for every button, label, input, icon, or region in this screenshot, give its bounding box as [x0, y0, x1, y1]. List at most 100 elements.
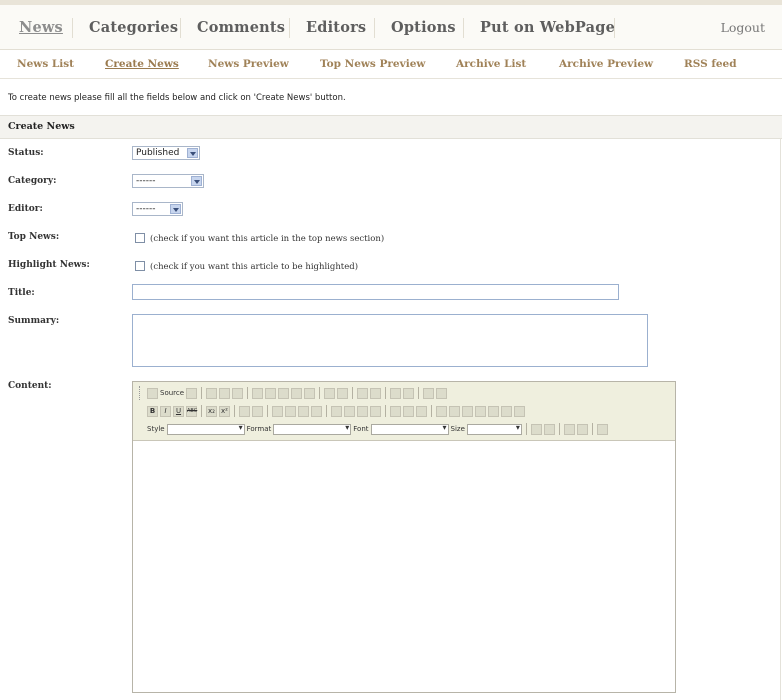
nav-editors[interactable]: Editors: [306, 19, 366, 36]
subnav-rss-feed[interactable]: RSS feed: [684, 58, 737, 70]
title-label: Title:: [8, 288, 35, 298]
section-header: Create News: [0, 115, 782, 139]
main-navigation: News Categories Comments Editors Options…: [0, 5, 782, 50]
status-label: Status:: [8, 148, 44, 158]
new-page-icon[interactable]: [206, 387, 218, 399]
toolbar-separator: [326, 405, 327, 417]
subnav-archive-preview[interactable]: Archive Preview: [559, 58, 653, 70]
flash-icon[interactable]: [449, 405, 460, 417]
toolbar-separator: [267, 405, 268, 417]
spellcheck-icon[interactable]: [337, 387, 349, 399]
numbered-list-icon[interactable]: [239, 405, 250, 417]
nav-comments[interactable]: Comments: [197, 19, 285, 36]
category-select[interactable]: ------: [132, 174, 204, 188]
rich-text-editor: Source B I U ABC x₂ x² Style ▾ Format ▾ …: [132, 381, 676, 693]
italic-icon[interactable]: I: [160, 405, 171, 417]
horizontal-rule-icon[interactable]: [475, 405, 486, 417]
help-icon[interactable]: [596, 423, 608, 435]
top-news-checkbox[interactable]: [135, 233, 145, 243]
link-icon[interactable]: [390, 405, 401, 417]
page-break-icon[interactable]: [514, 405, 525, 417]
nav-options[interactable]: Options: [391, 19, 456, 36]
outdent-icon[interactable]: [272, 405, 283, 417]
select-all-icon[interactable]: [423, 387, 435, 399]
align-left-icon[interactable]: [331, 405, 342, 417]
source-label[interactable]: Source: [160, 389, 184, 397]
source-icon[interactable]: [147, 387, 158, 399]
bold-icon[interactable]: B: [147, 405, 158, 417]
blockquote-icon[interactable]: [298, 405, 309, 417]
editor-toolbar: Source B I U ABC x₂ x² Style ▾ Format ▾ …: [133, 382, 675, 441]
chevron-down-icon: [191, 176, 202, 186]
subnav-news-list[interactable]: News List: [17, 58, 74, 70]
toolbar-separator: [418, 387, 420, 399]
create-div-icon[interactable]: [311, 405, 322, 417]
size-combo[interactable]: [466, 423, 522, 435]
special-char-icon[interactable]: [501, 405, 512, 417]
redo-icon[interactable]: [370, 387, 382, 399]
copy-icon[interactable]: [265, 387, 277, 399]
indent-icon[interactable]: [285, 405, 296, 417]
title-input[interactable]: [132, 284, 619, 300]
templates-icon[interactable]: [232, 387, 244, 399]
smiley-icon[interactable]: [488, 405, 499, 417]
subnav-archive-list[interactable]: Archive List: [456, 58, 526, 70]
unlink-icon[interactable]: [403, 405, 414, 417]
show-blocks-icon[interactable]: [576, 423, 588, 435]
image-icon[interactable]: [436, 405, 447, 417]
intro-text: To create news please fill all the field…: [8, 93, 346, 103]
nav-separator: [289, 18, 290, 38]
logout-link[interactable]: Logout: [721, 20, 765, 35]
anchor-icon[interactable]: [416, 405, 427, 417]
nav-separator: [72, 18, 73, 38]
cut-icon[interactable]: [252, 387, 264, 399]
background-color-icon[interactable]: [543, 423, 555, 435]
content-label: Content:: [8, 381, 52, 391]
paste-word-icon[interactable]: [304, 387, 316, 399]
summary-textarea[interactable]: [132, 314, 648, 367]
nav-news[interactable]: News: [19, 19, 63, 36]
format-combo[interactable]: [273, 423, 352, 435]
maximize-icon[interactable]: [563, 423, 575, 435]
paste-icon[interactable]: [278, 387, 290, 399]
align-justify-icon[interactable]: [370, 405, 381, 417]
replace-icon[interactable]: [403, 387, 415, 399]
remove-format-icon[interactable]: [436, 387, 448, 399]
top-news-label: Top News:: [8, 232, 60, 242]
align-right-icon[interactable]: [357, 405, 368, 417]
bulleted-list-icon[interactable]: [252, 405, 263, 417]
text-color-icon[interactable]: [530, 423, 542, 435]
highlight-news-hint: (check if you want this article to be hi…: [150, 262, 359, 272]
nav-categories[interactable]: Categories: [89, 19, 178, 36]
nav-separator: [180, 18, 181, 38]
undo-icon[interactable]: [357, 387, 369, 399]
underline-icon[interactable]: U: [173, 405, 184, 417]
section-title: Create News: [8, 121, 75, 132]
font-combo[interactable]: [370, 423, 449, 435]
subnav-news-preview[interactable]: News Preview: [208, 58, 289, 70]
paste-text-icon[interactable]: [291, 387, 303, 399]
preview-icon[interactable]: [219, 387, 231, 399]
highlight-news-checkbox[interactable]: [135, 261, 145, 271]
find-icon[interactable]: [390, 387, 402, 399]
status-select[interactable]: Published: [132, 146, 200, 160]
subnav-create-news[interactable]: Create News: [105, 58, 179, 70]
style-combo[interactable]: [166, 423, 245, 435]
superscript-icon[interactable]: x²: [219, 405, 230, 417]
table-icon[interactable]: [462, 405, 473, 417]
editor-select[interactable]: ------: [132, 202, 183, 216]
toolbar-grip[interactable]: [139, 386, 143, 400]
format-label: Format: [246, 425, 272, 433]
strikethrough-icon[interactable]: ABC: [186, 405, 197, 417]
chevron-down-icon: [170, 204, 181, 214]
subscript-icon[interactable]: x₂: [206, 405, 217, 417]
subnav-top-news-preview[interactable]: Top News Preview: [320, 58, 425, 70]
sub-navigation: News List Create News News Preview Top N…: [0, 50, 782, 79]
print-icon[interactable]: [324, 387, 336, 399]
save-icon[interactable]: [186, 387, 198, 399]
align-center-icon[interactable]: [344, 405, 355, 417]
editor-value: ------: [136, 204, 156, 214]
nav-separator: [614, 18, 615, 38]
nav-put-on-webpage[interactable]: Put on WebPage: [480, 19, 615, 36]
editor-content-area[interactable]: [133, 441, 675, 692]
